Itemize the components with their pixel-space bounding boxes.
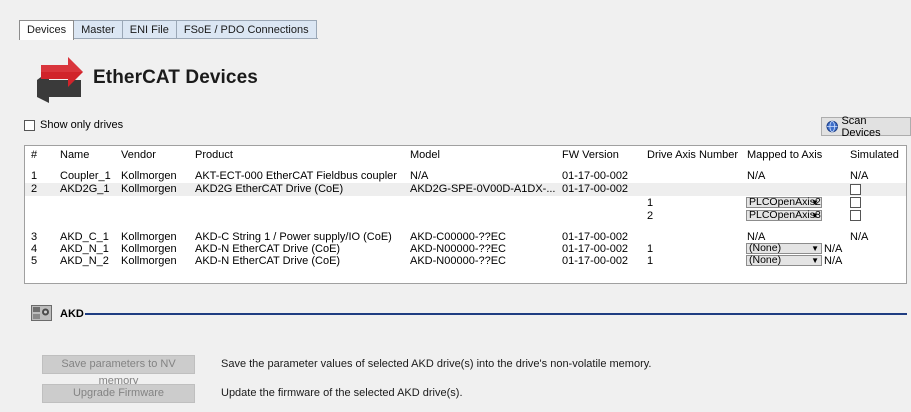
col-header-model[interactable]: Model [410, 148, 440, 162]
cell-name: AKD2G_1 [60, 183, 110, 195]
cell-axis-number: 1 [647, 243, 654, 255]
upgrade-firmware-button[interactable]: Upgrade Firmware [42, 384, 195, 403]
section-divider [85, 313, 907, 315]
dropdown-value: (None) [749, 242, 782, 254]
cell-model: AKD-N00000-??EC [410, 243, 506, 255]
tab-bar: Devices Master ENI File FSoE / PDO Conne… [19, 20, 317, 40]
mapped-axis-dropdown[interactable]: (None) ▼ [746, 255, 822, 266]
table-header: # Name Vendor Product Model FW Version D… [25, 148, 906, 162]
upgrade-firmware-description: Update the firmware of the selected AKD … [221, 387, 463, 399]
drive-icon [31, 305, 52, 321]
cell-product: AKD-N EtherCAT Drive (CoE) [195, 243, 341, 255]
cell-mapped: N/A [747, 170, 766, 182]
dropdown-value: PLCOpenAxis3 [749, 209, 821, 221]
cell-simulated: N/A [850, 170, 869, 182]
cell-axis-number: 1 [647, 255, 654, 267]
scan-devices-label: Scan Devices [841, 114, 881, 139]
tab-fsoe-pdo-connections[interactable]: FSoE / PDO Connections [175, 20, 317, 39]
ethercat-arrows-icon [37, 57, 83, 103]
cell-num: 3 [31, 231, 38, 243]
cell-product: AKD2G EtherCAT Drive (CoE) [195, 183, 344, 195]
cell-vendor: Kollmorgen [121, 183, 177, 195]
cell-simulated: N/A [850, 231, 869, 243]
cell-model: AKD-N00000-??EC [410, 255, 506, 267]
dropdown-value: (None) [749, 254, 782, 266]
col-header-mapped-to-axis[interactable]: Mapped to Axis [747, 148, 822, 162]
simulated-checkbox[interactable] [850, 197, 861, 208]
cell-axis-number: 2 [647, 210, 654, 222]
cell-fw-version: 01-17-00-002 [562, 231, 629, 243]
simulated-checkbox[interactable] [850, 210, 861, 221]
cell-vendor: Kollmorgen [121, 231, 177, 243]
cell-vendor: Kollmorgen [121, 170, 177, 182]
col-header-fw-version[interactable]: FW Version [562, 148, 619, 162]
table-row[interactable]: 1 PLCOpenAxis2 ▼ [25, 197, 906, 209]
tab-devices[interactable]: Devices [19, 20, 75, 40]
save-parameters-button[interactable]: Save parameters to NV memory [42, 355, 195, 387]
devices-table: # Name Vendor Product Model FW Version D… [24, 145, 907, 284]
checkbox-box[interactable] [24, 119, 35, 131]
akd-section-title: AKD [60, 308, 84, 320]
page-title: EtherCAT Devices [93, 67, 258, 88]
cell-simulated: N/A [824, 255, 843, 267]
col-header-simulated[interactable]: Simulated [850, 148, 899, 162]
cell-vendor: Kollmorgen [121, 243, 177, 255]
cell-simulated: N/A [824, 243, 843, 255]
mapped-axis-dropdown[interactable]: PLCOpenAxis2 ▼ [746, 197, 822, 208]
cell-fw-version: 01-17-00-002 [562, 170, 629, 182]
col-header-num[interactable]: # [31, 148, 37, 162]
cell-axis-number: 1 [647, 197, 654, 209]
cell-num: 5 [31, 255, 38, 267]
chevron-down-icon: ▼ [811, 198, 819, 207]
table-row[interactable]: 2 AKD2G_1 Kollmorgen AKD2G EtherCAT Driv… [25, 183, 906, 196]
simulated-checkbox[interactable] [850, 184, 861, 195]
chevron-down-icon: ▼ [811, 244, 819, 253]
col-header-product[interactable]: Product [195, 148, 233, 162]
cell-product: AKD-C String 1 / Power supply/IO (CoE) [195, 231, 392, 243]
table-row[interactable]: 2 PLCOpenAxis3 ▼ [25, 210, 906, 222]
scan-devices-button[interactable]: Scan Devices [821, 114, 911, 139]
cell-name: AKD_N_1 [60, 243, 109, 255]
col-header-name[interactable]: Name [60, 148, 89, 162]
chevron-down-icon: ▼ [811, 211, 819, 220]
dropdown-value: PLCOpenAxis2 [749, 196, 821, 208]
cell-product: AKT-ECT-000 EtherCAT Fieldbus coupler [195, 170, 397, 182]
show-only-drives-label: Show only drives [40, 119, 124, 131]
globe-scan-icon [826, 120, 838, 133]
table-row[interactable]: 5 AKD_N_2 Kollmorgen AKD-N EtherCAT Driv… [25, 255, 906, 267]
cell-product: AKD-N EtherCAT Drive (CoE) [195, 255, 341, 267]
cell-num: 1 [31, 170, 38, 182]
cell-model: N/A [410, 170, 429, 182]
cell-name: AKD_C_1 [60, 231, 109, 243]
col-header-vendor[interactable]: Vendor [121, 148, 156, 162]
cell-num: 2 [31, 183, 38, 195]
chevron-down-icon: ▼ [811, 256, 819, 265]
cell-model: AKD2G-SPE-0V00D-A1DX-... [410, 183, 556, 195]
col-header-drive-axis-number[interactable]: Drive Axis Number [647, 148, 738, 162]
show-only-drives-checkbox[interactable]: Show only drives [24, 119, 123, 131]
cell-name: AKD_N_2 [60, 255, 109, 267]
cell-model: AKD-C00000-??EC [410, 231, 506, 243]
cell-vendor: Kollmorgen [121, 255, 177, 267]
mapped-axis-dropdown[interactable]: (None) ▼ [746, 243, 822, 254]
cell-num: 4 [31, 243, 38, 255]
cell-fw-version: 01-17-00-002 [562, 183, 629, 195]
cell-name: Coupler_1 [60, 170, 111, 182]
cell-fw-version: 01-17-00-002 [562, 255, 629, 267]
mapped-axis-dropdown[interactable]: PLCOpenAxis3 ▼ [746, 210, 822, 221]
cell-fw-version: 01-17-00-002 [562, 243, 629, 255]
save-parameters-description: Save the parameter values of selected AK… [221, 358, 652, 370]
table-row[interactable]: 1 Coupler_1 Kollmorgen AKT-ECT-000 Ether… [25, 170, 906, 182]
tab-eni-file[interactable]: ENI File [121, 20, 177, 39]
tab-master[interactable]: Master [73, 20, 123, 39]
